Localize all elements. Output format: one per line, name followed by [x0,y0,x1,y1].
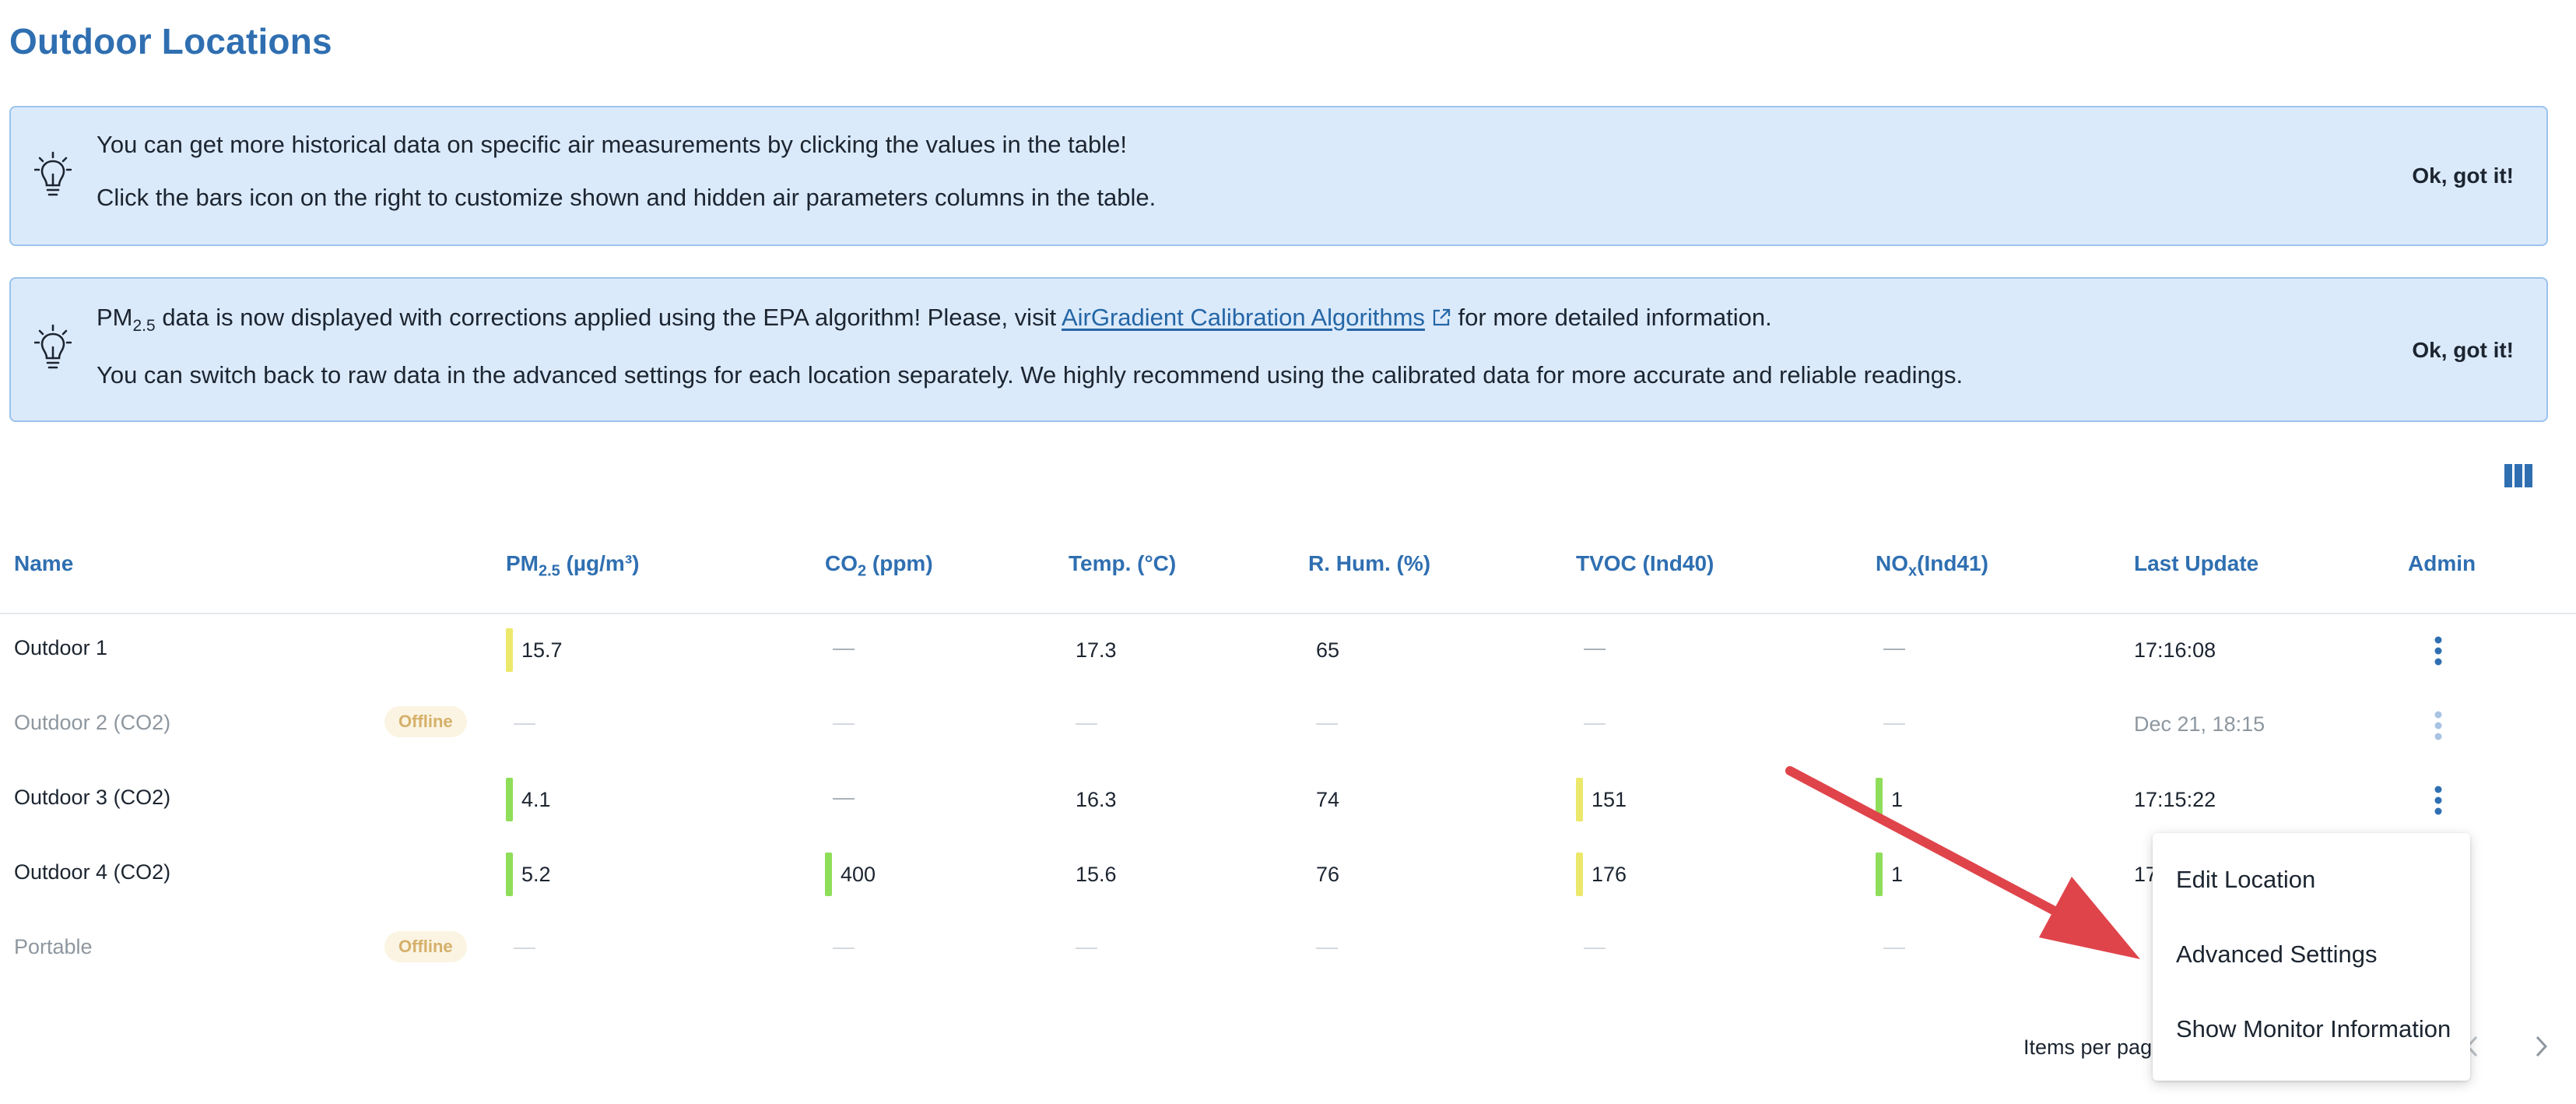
rhum-value[interactable]: 74 [1316,778,1339,821]
temp-value[interactable]: 17.3 [1076,628,1117,672]
header-subscript: x [1908,562,1918,580]
items-per-page-label: Items per page [2023,1035,2164,1059]
page-title: Outdoor Locations [9,21,332,62]
empty-value-dash [833,723,855,725]
chevron-right-icon[interactable] [2529,1031,2553,1062]
nox-value[interactable]: 1 [1876,853,1903,896]
location-name[interactable]: Outdoor 1 [14,636,107,660]
temp-value[interactable]: 15.6 [1076,853,1117,896]
column-header-last-update[interactable]: Last Update [2134,551,2258,576]
column-header-temp[interactable]: Temp. (°C) [1069,551,1176,576]
column-header-nox[interactable]: NOx(Ind41) [1876,551,1988,581]
offline-badge: Offline [384,706,467,737]
columns-icon[interactable] [2504,464,2532,487]
empty-value-dash [1883,948,1905,949]
lightbulb-icon [34,324,72,369]
rhum-value[interactable]: 76 [1316,853,1339,896]
kebab-menu-icon[interactable] [2429,632,2448,670]
show-monitor-information-menu-item[interactable]: Show Monitor Information [2176,1015,2451,1043]
empty-value-dash [1883,723,1905,725]
tvoc-value[interactable]: 151 [1576,778,1627,821]
rhum-value[interactable]: 65 [1316,628,1339,672]
last-update-value: Dec 21, 18:15 [2134,712,2265,736]
empty-value-dash [514,948,535,949]
location-name[interactable]: Outdoor 2 (CO2) [14,711,170,735]
empty-value-dash [1883,649,1905,650]
empty-value-dash [1584,948,1606,949]
empty-value-dash [1076,948,1097,949]
empty-value-dash [833,948,855,949]
header-text: NO [1876,551,1908,575]
kebab-menu-icon[interactable] [2429,707,2448,744]
offline-badge: Offline [384,931,467,962]
header-text: PM [506,551,539,575]
banner-text: for more detailed information. [1451,304,1772,331]
calibration-algorithms-link[interactable]: AirGradient Calibration Algorithms [1062,304,1451,331]
empty-value-dash [1076,723,1097,725]
last-update-value: 17:15:22 [2134,788,2216,811]
location-context-menu: Edit Location Advanced Settings Show Mon… [2153,833,2470,1081]
banner-text-line: You can get more historical data on spec… [97,131,1127,158]
empty-value-dash [833,649,855,650]
pm25-value[interactable]: 5.2 [506,853,551,896]
tvoc-value[interactable]: 176 [1576,853,1627,896]
advanced-settings-menu-item[interactable]: Advanced Settings [2176,941,2378,969]
info-banner-calibration: PM2.5 data is now displayed with correct… [9,277,2548,422]
column-header-name[interactable]: Name [14,551,73,576]
empty-value-dash [514,723,535,725]
temp-value[interactable]: 16.3 [1076,778,1117,821]
header-unit: (ppm) [866,551,933,575]
column-header-rhum[interactable]: R. Hum. (%) [1308,551,1430,576]
edit-location-menu-item[interactable]: Edit Location [2176,866,2315,894]
link-text[interactable]: AirGradient Calibration Algorithms [1062,304,1425,331]
empty-value-dash [1316,723,1338,725]
empty-value-dash [1316,948,1338,949]
info-banner-historical: You can get more historical data on spec… [9,106,2548,246]
header-unit: (µg/m³) [560,551,640,575]
location-name[interactable]: Outdoor 3 (CO2) [14,786,170,810]
empty-value-dash [1584,649,1606,650]
banner-text: data is now displayed with corrections a… [155,304,1062,331]
header-divider [0,613,2576,614]
pm25-value[interactable]: 15.7 [506,628,563,672]
dismiss-banner-button[interactable]: Ok, got it! [2402,333,2523,367]
lightbulb-icon [34,151,72,196]
nox-value[interactable]: 1 [1876,778,1903,821]
pm25-value[interactable]: 4.1 [506,778,551,821]
column-header-tvoc[interactable]: TVOC (Ind40) [1576,551,1714,576]
location-name[interactable]: Portable [14,935,93,959]
co2-value[interactable]: 400 [825,853,876,896]
pm-label: PM [97,304,133,331]
column-header-pm25[interactable]: PM2.5 (µg/m³) [506,551,639,581]
pm-subscript: 2.5 [132,317,156,336]
dismiss-banner-button[interactable]: Ok, got it! [2402,159,2523,193]
empty-value-dash [833,798,855,800]
column-header-co2[interactable]: CO2 (ppm) [825,551,933,581]
header-subscript: 2 [858,562,867,580]
banner-text-line: Click the bars icon on the right to cust… [97,184,1156,211]
header-unit: (Ind41) [1917,551,1988,575]
banner-text-line: You can switch back to raw data in the a… [97,361,1964,389]
last-update-value: 17:16:08 [2134,638,2216,662]
header-text: CO [825,551,858,575]
header-subscript: 2.5 [539,562,560,580]
external-link-icon [1433,308,1451,326]
kebab-menu-icon[interactable] [2429,782,2448,819]
banner-text-line: PM2.5 data is now displayed with correct… [97,304,1772,336]
location-name[interactable]: Outdoor 4 (CO2) [14,860,170,884]
empty-value-dash [1584,723,1606,725]
column-header-admin: Admin [2408,551,2476,575]
